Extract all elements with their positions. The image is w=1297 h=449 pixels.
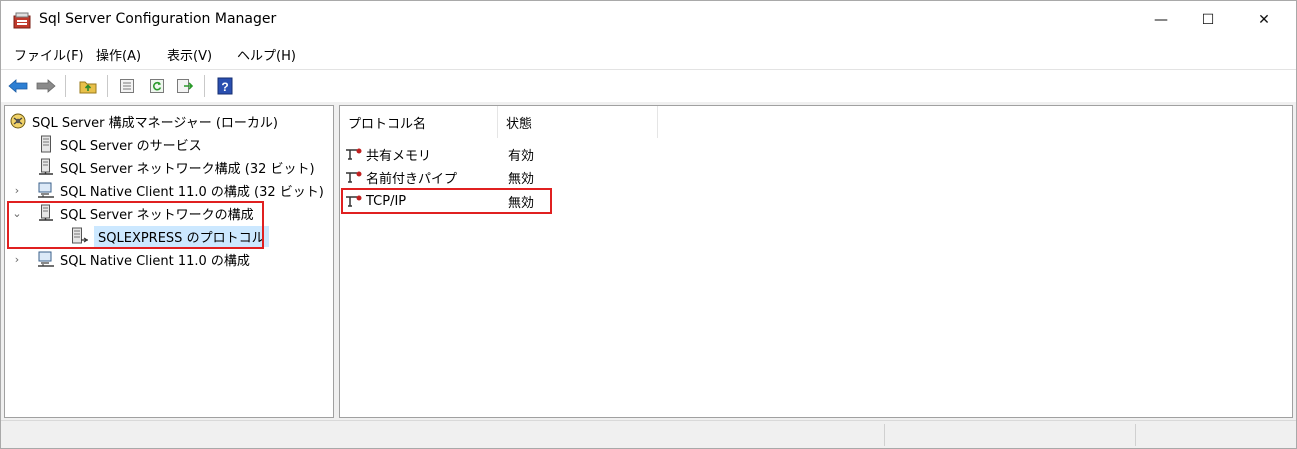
tree-item-label: SQL Native Client 11.0 の構成 <box>60 253 250 269</box>
back-arrow-icon[interactable] <box>7 75 29 97</box>
status-separator <box>884 424 885 446</box>
help-glyph: ? <box>221 80 228 94</box>
tree-item-label: SQL Server のサービス <box>60 138 202 154</box>
maximize-icon: ☐ <box>1201 12 1215 28</box>
toolbar-separator <box>107 75 108 97</box>
properties-icon[interactable] <box>116 75 138 97</box>
protocol-row[interactable]: 共有メモリ <box>345 143 431 165</box>
tree-root[interactable]: SQL Server 構成マネージャー (ローカル) <box>8 110 278 132</box>
network-config-icon <box>36 158 56 176</box>
help-icon[interactable]: ? <box>214 75 236 97</box>
native-client-icon <box>36 181 56 199</box>
close-icon: ✕ <box>1258 12 1270 28</box>
tree-root-label: SQL Server 構成マネージャー (ローカル) <box>32 115 278 131</box>
native-client-icon <box>36 250 56 268</box>
protocol-name: 名前付きパイプ <box>366 171 458 187</box>
toolbar: ? <box>1 69 1296 101</box>
config-manager-app-icon <box>13 11 31 29</box>
menu-view[interactable]: 表示(V) <box>167 45 212 64</box>
refresh-icon[interactable] <box>146 75 168 97</box>
title-bar: Sql Server Configuration Manager — ☐ ✕ <box>1 1 1296 39</box>
protocol-icon <box>345 169 363 185</box>
protocol-row[interactable]: 名前付きパイプ <box>345 166 457 188</box>
menu-action[interactable]: 操作(A) <box>96 45 141 64</box>
protocol-status: 無効 <box>508 171 535 187</box>
maximize-button[interactable]: ☐ <box>1185 1 1231 39</box>
list-highlight-box <box>341 188 552 214</box>
minimize-icon: — <box>1154 12 1168 28</box>
close-button[interactable]: ✕ <box>1241 1 1287 39</box>
export-list-icon[interactable] <box>174 75 196 97</box>
server-services-icon <box>36 135 56 153</box>
app-window: Sql Server Configuration Manager — ☐ ✕ フ… <box>0 0 1297 449</box>
toolbar-separator <box>204 75 205 97</box>
forward-arrow-icon[interactable] <box>35 75 57 97</box>
menu-help[interactable]: ヘルプ(H) <box>237 45 296 64</box>
protocol-list-pane[interactable]: プロトコル名 状態 共有メモリ 有効 名前付きパイプ 無効 TCP/IP 無効 <box>339 105 1293 418</box>
minimize-button[interactable]: — <box>1138 1 1184 39</box>
tree-highlight-box <box>7 201 264 249</box>
menu-file[interactable]: ファイル(F) <box>14 45 84 64</box>
expand-chevron-icon[interactable]: › <box>10 184 24 197</box>
menu-bar: ファイル(F) 操作(A) 表示(V) ヘルプ(H) <box>1 41 1296 67</box>
content-area: SQL Server 構成マネージャー (ローカル) SQL Server のサ… <box>1 102 1296 420</box>
up-folder-icon[interactable] <box>77 75 99 97</box>
tree-item-network-config-32bit[interactable]: SQL Server ネットワーク構成 (32 ビット) <box>22 156 315 178</box>
tree-item-native-client-32bit[interactable]: › SQL Native Client 11.0 の構成 (32 ビット) <box>10 179 324 201</box>
tree-item-label: SQL Server ネットワーク構成 (32 ビット) <box>60 161 315 177</box>
window-title: Sql Server Configuration Manager <box>39 11 277 27</box>
status-bar <box>1 420 1296 448</box>
column-header-status[interactable]: 状態 <box>498 106 658 138</box>
protocol-icon <box>345 146 363 162</box>
protocol-name: 共有メモリ <box>366 148 432 164</box>
tree-item-label: SQL Native Client 11.0 の構成 (32 ビット) <box>60 184 324 200</box>
config-manager-tree-icon <box>8 112 28 130</box>
toolbar-separator <box>65 75 66 97</box>
tree-item-sql-server-services[interactable]: SQL Server のサービス <box>22 133 202 155</box>
protocol-status: 有効 <box>508 148 535 164</box>
tree-pane[interactable]: SQL Server 構成マネージャー (ローカル) SQL Server のサ… <box>4 105 334 418</box>
column-header-protocol-name[interactable]: プロトコル名 <box>340 106 498 138</box>
status-separator <box>1135 424 1136 446</box>
expand-chevron-icon[interactable]: › <box>10 253 24 266</box>
tree-item-native-client[interactable]: › SQL Native Client 11.0 の構成 <box>10 248 250 270</box>
